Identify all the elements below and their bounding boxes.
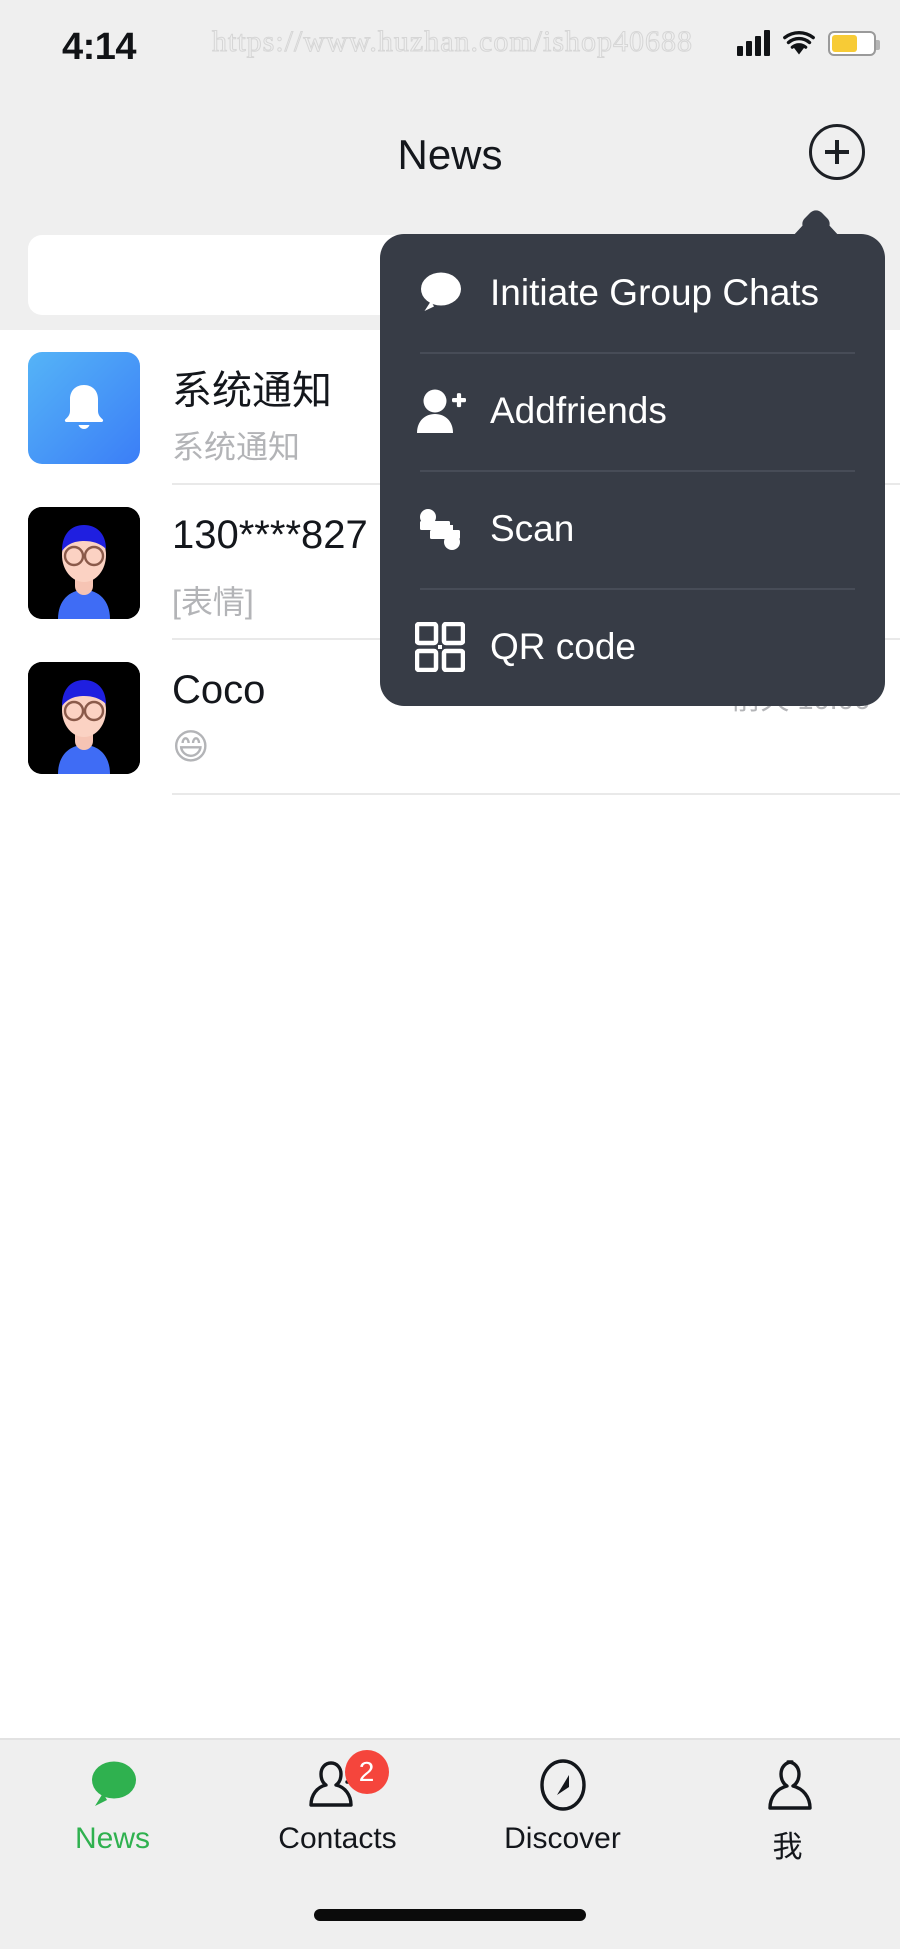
menu-item-label: Initiate Group Chats: [490, 272, 820, 313]
tab-me[interactable]: 我: [675, 1740, 900, 1890]
menu-item-label: QR code: [490, 626, 637, 667]
home-indicator: [314, 1909, 586, 1921]
page-title: News: [397, 131, 503, 178]
chat-title: Coco: [172, 668, 266, 712]
plus-circle-icon[interactable]: [809, 124, 865, 180]
menu-item-scan[interactable]: Scan: [380, 470, 885, 588]
avatar: [28, 507, 140, 619]
watermark-text: https://www.huzhan.com/ishop40688: [211, 25, 694, 59]
menu-item-addfriends[interactable]: Addfriends: [380, 352, 885, 470]
chat-bubble-icon: [412, 265, 468, 321]
compass-icon: [532, 1756, 594, 1814]
chat-subtitle: 😄: [172, 726, 210, 767]
tab-discover[interactable]: Discover: [450, 1740, 675, 1890]
status-badge: 2: [344, 1750, 389, 1794]
battery-icon: [828, 30, 880, 56]
menu-item-label: Scan: [490, 508, 575, 549]
tab-label: News: [74, 1822, 150, 1855]
chat-subtitle: 系统通知: [172, 429, 301, 465]
phone-screen: 4:14 https://www.huzhan.com/ishop40688 N…: [0, 0, 900, 1949]
scan-icon: [412, 501, 468, 557]
chat-bubble-icon: [82, 1756, 144, 1814]
nav-bar: News: [0, 95, 900, 200]
menu-item-initiate-group-chats[interactable]: Initiate Group Chats: [380, 234, 885, 352]
tab-label: Discover: [504, 1822, 621, 1855]
status-indicators: [737, 30, 880, 56]
tab-label: 我: [772, 1831, 803, 1864]
add-menu-panel: Initiate Group Chats Addfriends Scan QR …: [380, 234, 885, 706]
contacts-icon: 2: [307, 1750, 389, 1814]
person-icon: [757, 1756, 819, 1814]
qr-code-icon: [412, 619, 468, 675]
person-photo: [28, 662, 140, 774]
avatar: [28, 352, 140, 464]
bell-icon: [64, 385, 104, 429]
signal-bars-icon: [737, 30, 770, 56]
menu-item-qr-code[interactable]: QR code: [380, 588, 885, 706]
battery-fill: [832, 34, 857, 52]
tab-list: News 2 Contacts Discover 我: [0, 1740, 900, 1890]
wifi-icon: [783, 30, 815, 55]
status-bar: 4:14 https://www.huzhan.com/ishop40688: [0, 0, 900, 95]
tab-label: Contacts: [278, 1822, 397, 1855]
menu-item-label: Addfriends: [490, 390, 667, 431]
list-divider: [172, 793, 900, 795]
chat-title: 系统通知: [172, 369, 332, 413]
person-photo: [28, 507, 140, 619]
tab-bar: News 2 Contacts Discover 我: [0, 1738, 900, 1949]
tab-contacts[interactable]: 2 Contacts: [225, 1740, 450, 1890]
chat-title: 130****827: [172, 513, 368, 557]
chat-subtitle: [表情]: [172, 584, 254, 620]
add-person-icon: [412, 383, 468, 439]
status-time: 4:14: [62, 26, 137, 68]
tab-news[interactable]: News: [0, 1740, 225, 1890]
avatar: [28, 662, 140, 774]
